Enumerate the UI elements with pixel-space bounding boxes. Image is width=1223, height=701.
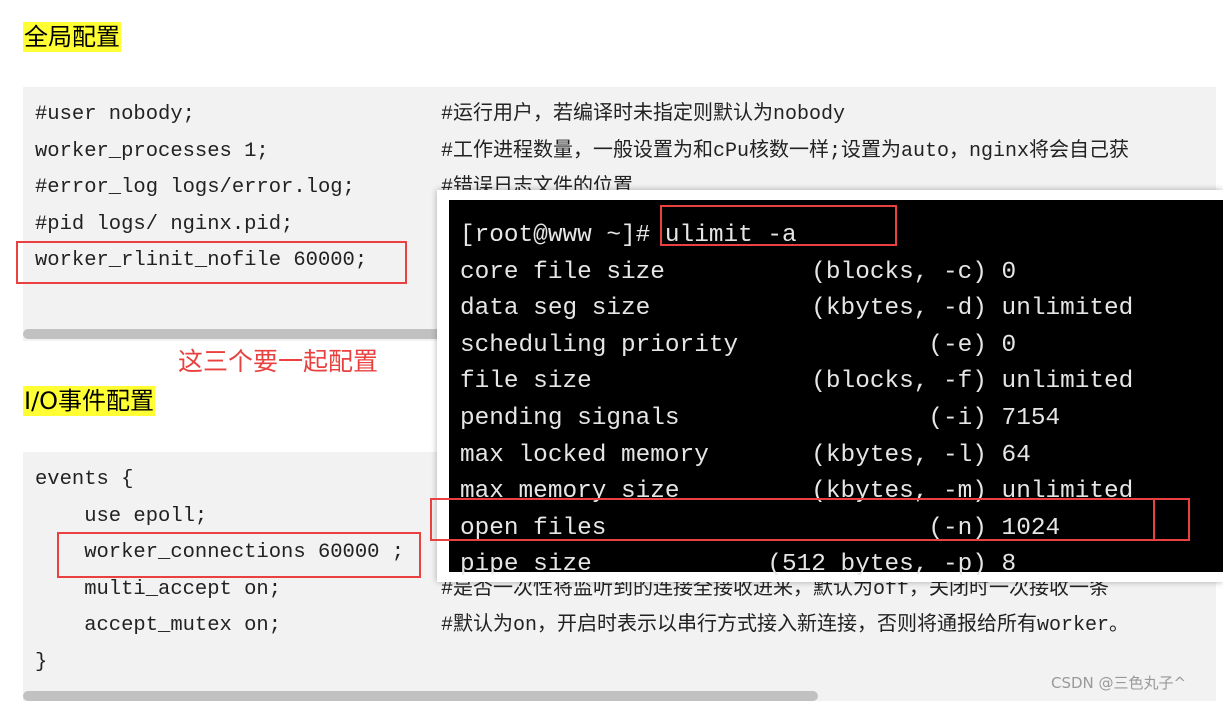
terminal-screenshot: [root@www ~]# ulimit -a core file size (… xyxy=(430,190,1223,582)
highlight-box-connections xyxy=(57,532,421,578)
highlight-box-open-files-outer xyxy=(430,498,1190,541)
annotation-note: 这三个要一起配置 xyxy=(178,347,379,376)
code-line: worker_processes 1; xyxy=(35,139,269,163)
highlight-box-rlimit xyxy=(16,241,407,284)
watermark: CSDN @三色丸子^ xyxy=(1051,674,1187,692)
code-line: #pid logs/ nginx.pid; xyxy=(35,212,294,236)
code-line: use epoll; xyxy=(35,504,208,528)
section-heading-global: 全局配置 xyxy=(23,22,121,52)
code-line: multi_accept on; xyxy=(35,577,282,601)
horizontal-scrollbar[interactable] xyxy=(23,329,443,339)
code-comment: #默认为on，开启时表示以串行方式接入新连接，否则将通报给所有worker。 xyxy=(441,614,1130,638)
code-comment: #工作进程数量，一般设置为和cPu核数一样;设置为auto，nginx将会自己获 xyxy=(441,139,1130,163)
prompt: [root@www ~]# xyxy=(460,222,665,249)
horizontal-scrollbar[interactable] xyxy=(23,691,818,701)
code-comment: #运行用户，若编译时未指定则默认为nobody xyxy=(441,103,846,126)
code-line: events { xyxy=(35,468,134,491)
terminal-line: core file size (blocks, -c) 0 xyxy=(460,258,1017,286)
code-line: #user nobody; xyxy=(35,103,195,126)
terminal-line: file size (blocks, -f) unlimited xyxy=(460,368,1134,396)
code-line: #error_log logs/error.log; xyxy=(35,176,355,200)
terminal-line: max locked memory (kbytes, -l) 64 xyxy=(460,441,1031,469)
code-line: accept_mutex on; xyxy=(35,614,282,638)
terminal-line: scheduling priority (-e) 0 xyxy=(460,331,1017,359)
terminal-line: pipe size (512 bytes, -p) 8 xyxy=(460,551,1017,579)
section-heading-io: I/O事件配置 xyxy=(23,386,156,416)
highlight-box-command xyxy=(660,205,897,246)
code-line: } xyxy=(35,651,48,674)
terminal-line: data seg size (kbytes, -d) unlimited xyxy=(460,295,1134,323)
terminal-line: pending signals (-i) 7154 xyxy=(460,405,1061,432)
